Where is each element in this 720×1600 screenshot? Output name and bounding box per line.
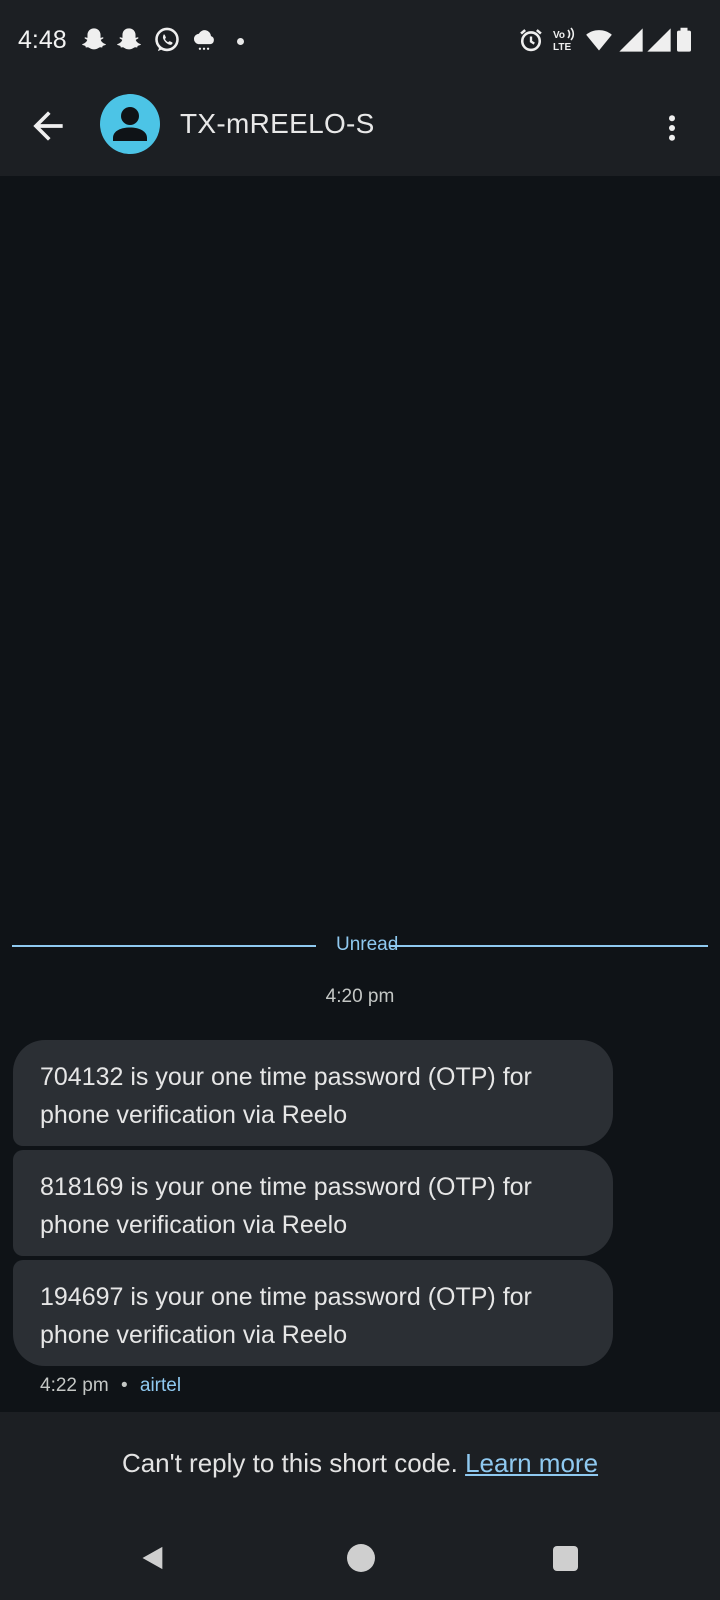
message-bubble[interactable]: 704132 is your one time password (OTP) f… [13, 1040, 613, 1146]
meta-separator: • [120, 1375, 128, 1396]
unread-label: Unread [336, 934, 399, 955]
unread-line-left [12, 945, 316, 947]
message-meta: 4:22 pm • airtel [40, 1375, 181, 1397]
notification-dot [237, 38, 244, 45]
arrow-back-icon[interactable] [26, 104, 70, 148]
message-timestamp: 4:20 pm [325, 986, 395, 1007]
learn-more-link[interactable]: Learn more [465, 1448, 598, 1478]
more-vert-icon[interactable] [654, 106, 690, 150]
snapchat-icon [117, 28, 141, 50]
unread-divider: Unread [12, 934, 708, 958]
meta-carrier: airtel [139, 1375, 182, 1396]
message-text: 818169 is your one time password (OTP) f… [40, 1173, 532, 1239]
reply-footer: Can't reply to this short code. Learn mo… [0, 1412, 720, 1510]
avatar[interactable] [100, 94, 160, 154]
svg-text:LTE: LTE [553, 42, 571, 53]
signal-icon [647, 28, 671, 52]
status-time: 4:48 [18, 26, 67, 54]
message-bubble[interactable]: 194697 is your one time password (OTP) f… [13, 1260, 613, 1366]
nav-back-icon[interactable] [139, 1544, 167, 1572]
footer-text-row: Can't reply to this short code. Learn mo… [0, 1448, 720, 1479]
alarm-icon [520, 29, 542, 52]
battery-icon [677, 27, 691, 52]
volte-icon: Vo LTE [553, 27, 575, 53]
status-bar: 4:48 Vo LTE [0, 0, 720, 84]
message-text: 704132 is your one time password (OTP) f… [40, 1063, 532, 1129]
app-bar: TX-mREELO-S [0, 84, 720, 176]
cant-reply-text: Can't reply to this short code. [121, 1448, 466, 1478]
message-text: 194697 is your one time password (OTP) f… [40, 1283, 532, 1349]
signal-icon [619, 28, 643, 52]
svg-text:Vo: Vo [553, 30, 565, 41]
unread-line-right [390, 945, 708, 947]
nav-recents-icon[interactable] [553, 1546, 578, 1571]
meta-time: 4:22 pm [40, 1375, 109, 1396]
message-bubble[interactable]: 818169 is your one time password (OTP) f… [13, 1150, 613, 1256]
whatsapp-icon [155, 27, 179, 52]
nav-home-icon[interactable] [347, 1544, 375, 1572]
snapchat-icon [82, 28, 106, 50]
wifi-icon [586, 30, 612, 51]
contact-title[interactable]: TX-mREELO-S [180, 108, 375, 140]
weather-icon [193, 30, 214, 50]
system-nav-bar [0, 1510, 720, 1600]
person-icon [113, 107, 147, 141]
